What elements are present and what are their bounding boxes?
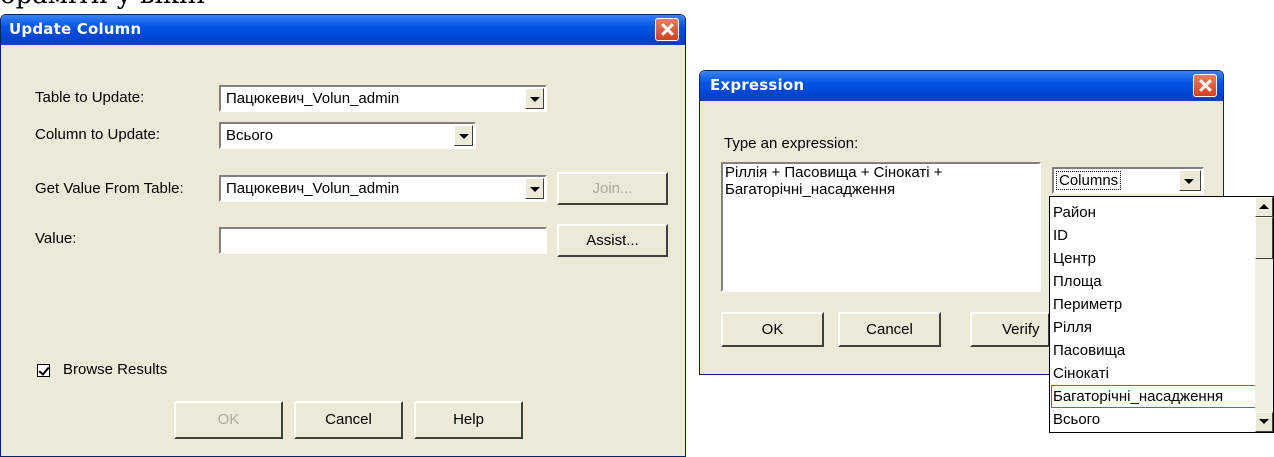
join-button[interactable]: Join... bbox=[557, 172, 668, 205]
expr-cancel-label: Cancel bbox=[866, 321, 913, 338]
type-expression-label: Type an expression: bbox=[724, 135, 859, 152]
table-to-update-value: Пацюкевич_Volun_admin bbox=[226, 90, 400, 107]
get-value-from-table-value: Пацюкевич_Volun_admin bbox=[226, 180, 400, 197]
update-column-title: Update Column bbox=[9, 20, 142, 38]
list-item[interactable]: Сінокаті bbox=[1051, 362, 1109, 385]
list-item[interactable]: Площа bbox=[1051, 270, 1102, 293]
list-item[interactable]: Рілля bbox=[1051, 316, 1092, 339]
chevron-down-icon[interactable] bbox=[1179, 170, 1201, 191]
update-column-dialog: Update Column Table to Update: Пацюкевич… bbox=[0, 14, 686, 457]
scroll-down-icon[interactable] bbox=[1255, 412, 1273, 432]
list-item[interactable]: ID bbox=[1051, 224, 1068, 247]
expression-line-1: Ріллія + Пасовища + Сінокаті + bbox=[725, 164, 943, 181]
column-to-update-value: Всього bbox=[226, 127, 274, 144]
cancel-button[interactable]: Cancel bbox=[294, 401, 403, 439]
columns-dropdown-list[interactable]: Район ID Центр Площа Периметр Рілля Пасовища Сі… bbox=[1049, 196, 1274, 433]
ok-button-label: OK bbox=[217, 411, 240, 428]
chevron-down-icon[interactable] bbox=[454, 125, 473, 146]
table-to-update-select[interactable]: Пацюкевич_Volun_admin bbox=[219, 85, 547, 112]
list-item[interactable]: Всього bbox=[1051, 408, 1100, 431]
scroll-up-icon[interactable] bbox=[1255, 197, 1273, 217]
verify-button-label: Verify bbox=[1002, 321, 1040, 338]
help-button-label: Help bbox=[453, 411, 484, 428]
columns-combo-value: Columns bbox=[1055, 171, 1122, 190]
expression-titlebar[interactable]: Expression bbox=[700, 71, 1223, 101]
document-caption-text: ораміти у вікні bbox=[0, 0, 205, 10]
value-input[interactable] bbox=[219, 227, 547, 254]
ok-button[interactable]: OK bbox=[174, 401, 283, 439]
assist-button-label: Assist... bbox=[586, 232, 639, 249]
columns-combo[interactable]: Columns bbox=[1052, 167, 1204, 194]
list-item[interactable]: Периметр bbox=[1051, 293, 1122, 316]
list-item[interactable]: Центр bbox=[1051, 247, 1096, 270]
cancel-button-label: Cancel bbox=[325, 411, 372, 428]
expression-line-2: Багаторічні_насадження bbox=[725, 181, 896, 198]
value-label: Value: bbox=[35, 230, 77, 247]
get-value-from-table-label: Get Value From Table: bbox=[35, 180, 184, 197]
expression-title: Expression bbox=[710, 76, 805, 94]
list-item[interactable]: Багаторічні_насадження bbox=[1051, 385, 1256, 408]
join-button-label: Join... bbox=[592, 180, 633, 197]
chevron-down-icon[interactable] bbox=[525, 88, 544, 109]
expression-textarea[interactable]: Ріллія + Пасовища + Сінокаті + Багаторіч… bbox=[721, 162, 1041, 292]
close-icon[interactable] bbox=[1193, 74, 1217, 97]
expr-ok-label: OK bbox=[761, 321, 784, 338]
close-icon[interactable] bbox=[655, 18, 679, 41]
list-item[interactable]: Пасовища bbox=[1051, 339, 1125, 362]
browse-results-label: Browse Results bbox=[63, 361, 168, 378]
assist-button[interactable]: Assist... bbox=[557, 224, 668, 257]
help-button[interactable]: Help bbox=[414, 401, 523, 439]
scroll-thumb[interactable] bbox=[1255, 217, 1273, 259]
expr-ok-button[interactable]: OK bbox=[721, 312, 824, 347]
browse-results-checkbox[interactable] bbox=[37, 364, 50, 377]
get-value-from-table-select[interactable]: Пацюкевич_Volun_admin bbox=[219, 175, 547, 202]
update-column-titlebar[interactable]: Update Column bbox=[1, 15, 685, 45]
expr-cancel-button[interactable]: Cancel bbox=[838, 312, 941, 347]
column-to-update-label: Column to Update: bbox=[35, 126, 161, 143]
table-to-update-label: Table to Update: bbox=[35, 89, 145, 106]
column-to-update-select[interactable]: Всього bbox=[219, 122, 476, 149]
columns-scrollbar[interactable] bbox=[1255, 197, 1273, 432]
chevron-down-icon[interactable] bbox=[525, 178, 544, 199]
verify-button[interactable]: Verify bbox=[970, 312, 1050, 347]
list-item[interactable]: Район bbox=[1051, 201, 1096, 224]
